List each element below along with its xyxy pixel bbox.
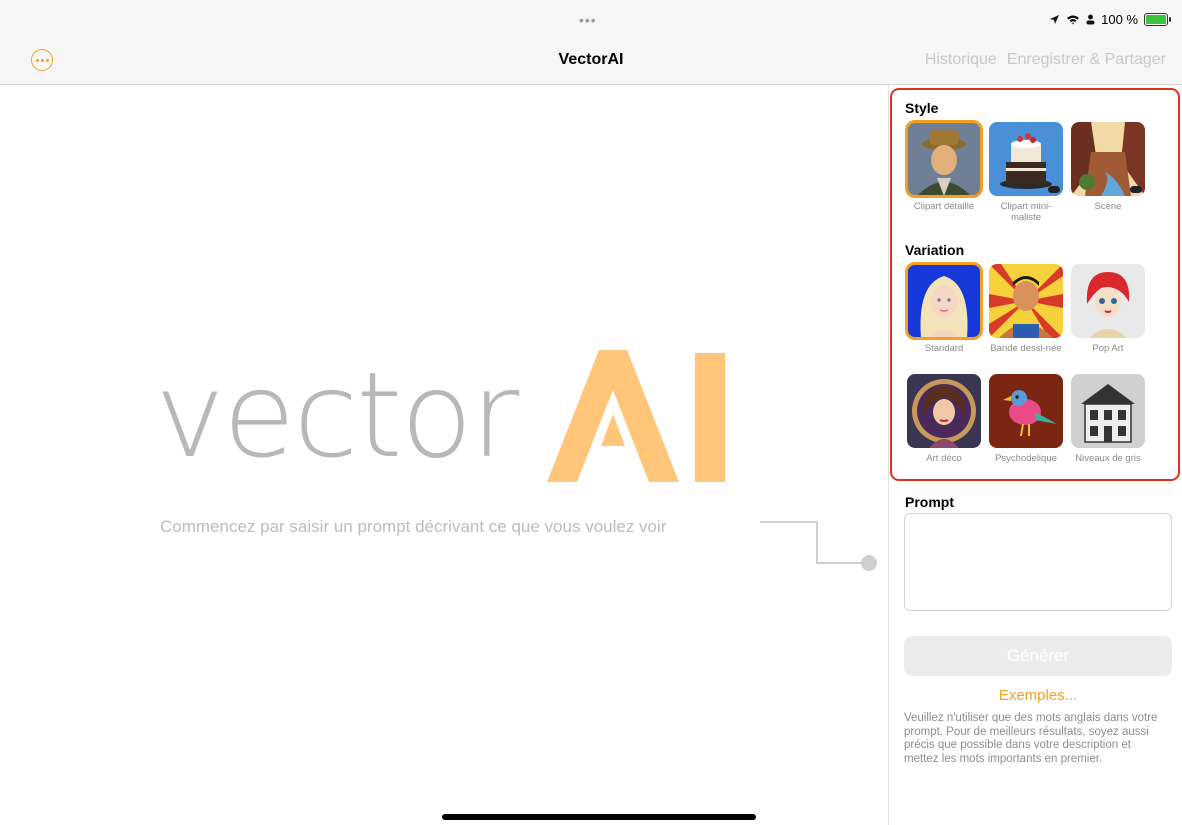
prompt-label: Prompt — [905, 494, 954, 510]
style-label: Clipart mini-maliste — [1000, 201, 1052, 223]
cloud-icon — [1130, 186, 1142, 193]
variation-label: Niveaux de gris — [1075, 453, 1141, 464]
standard-thumbnail — [905, 262, 983, 340]
person-icon — [1086, 14, 1095, 25]
style-clipart-detaille[interactable]: Clipart détaillé — [905, 120, 985, 212]
variation-label: Art déco — [926, 453, 962, 464]
generate-button[interactable]: Générer — [904, 636, 1172, 676]
clipart-detailed-thumbnail — [905, 120, 983, 198]
variation-bande-dessinee[interactable]: Bande dessi-née — [989, 264, 1067, 354]
hint-connector — [760, 521, 877, 571]
style-scene[interactable]: Scène — [1071, 122, 1149, 212]
save-share-button[interactable]: Enregistrer & Partager — [1007, 51, 1166, 69]
style-section-title: Style — [905, 100, 939, 116]
variation-art-deco[interactable]: Art déco — [907, 374, 985, 464]
psychedelic-thumbnail — [989, 374, 1063, 448]
start-hint: Commencez par saisir un prompt décrivant… — [160, 517, 667, 536]
variation-label: Standard — [924, 343, 964, 354]
variation-psychodelique[interactable]: Psychodelique — [989, 374, 1067, 464]
scene-thumbnail — [1071, 122, 1145, 196]
prompt-input[interactable] — [904, 513, 1172, 611]
navigation-bar: VectorAI Historique Enregistrer & Partag… — [0, 40, 1182, 85]
examples-link[interactable]: Exemples... — [904, 687, 1172, 704]
wifi-icon — [1067, 15, 1080, 25]
status-bar: ••• 100 % — [0, 0, 1182, 40]
style-label: Scène — [1094, 201, 1122, 212]
location-icon — [1050, 15, 1060, 24]
battery-icon — [1144, 13, 1171, 26]
cloud-icon — [1048, 186, 1060, 193]
status-indicators: 100 % — [1049, 12, 1171, 27]
variation-label: Psychodelique — [995, 453, 1057, 464]
art-deco-thumbnail — [907, 374, 981, 448]
variation-niveaux-de-gris[interactable]: Niveaux de gris — [1071, 374, 1149, 464]
variation-label: Pop Art — [1092, 343, 1124, 354]
style-label: Clipart détaillé — [913, 201, 975, 212]
home-indicator[interactable] — [442, 814, 756, 820]
logo-ai-mark: AI — [547, 350, 725, 482]
variation-section-title: Variation — [905, 242, 965, 258]
variation-pop-art[interactable]: Pop Art — [1071, 264, 1149, 354]
variation-standard[interactable]: Standard — [905, 262, 985, 354]
pop-art-thumbnail — [1071, 264, 1145, 338]
style-clipart-minimaliste[interactable]: Clipart mini-maliste — [989, 122, 1067, 223]
variation-label: Bande dessi-née — [990, 343, 1062, 354]
comic-thumbnail — [989, 264, 1063, 338]
grayscale-thumbnail — [1071, 374, 1145, 448]
usage-note: Veuillez n'utiliser que des mots anglais… — [904, 712, 1158, 765]
clipart-minimal-thumbnail — [989, 122, 1063, 196]
multitasking-dots[interactable]: ••• — [579, 12, 597, 28]
logo-text-vector: vector — [155, 346, 519, 484]
history-button[interactable]: Historique — [925, 51, 997, 69]
battery-percent: 100 % — [1101, 12, 1138, 27]
vectorai-logo: vector AI — [155, 345, 745, 485]
